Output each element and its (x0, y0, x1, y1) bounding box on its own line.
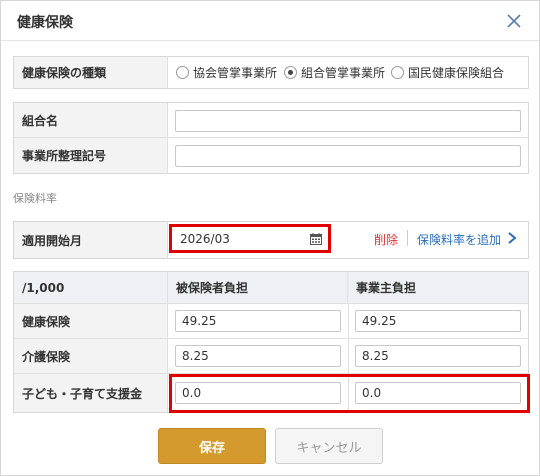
start-month-label: 適用開始月 (14, 222, 168, 258)
union-name-row: 組合名 (14, 103, 528, 138)
radio-kumiai-label: 組合管掌事業所 (301, 66, 386, 80)
rates-caption: 保険料率 (13, 192, 57, 205)
close-icon[interactable] (505, 12, 523, 30)
header-employer-share: 事業主負担 (356, 281, 417, 295)
radio-kyokai-circle[interactable] (176, 66, 189, 79)
insurance-type-section: 健康保険の種類 協会管掌事業所 組合管掌事業所 国民健康保険組合 (13, 56, 529, 89)
add-rate-link[interactable]: 保険料率を追加 (417, 231, 501, 248)
dialog-title: 健康保険 (17, 15, 73, 31)
rate-table-header: /1,000 被保険者負担 事業主負担 (14, 272, 528, 304)
row-care-label: 介護保険 (14, 339, 168, 373)
col-divider (348, 339, 349, 373)
dialog-header: 健康保険 (1, 1, 539, 41)
union-name-label: 組合名 (14, 103, 168, 137)
insurance-type-label: 健康保険の種類 (14, 57, 168, 88)
union-name-input[interactable] (175, 110, 521, 132)
radio-kokumin-label: 国民健康保険組合 (408, 66, 505, 80)
childcare-highlight (169, 374, 530, 413)
table-row: 介護保険 (14, 339, 528, 374)
office-code-input[interactable] (175, 145, 521, 167)
health-employee-input[interactable] (175, 310, 341, 332)
insurance-type-row: 健康保険の種類 協会管掌事業所 組合管掌事業所 国民健康保険組合 (14, 57, 528, 88)
link-separator (407, 230, 408, 246)
care-employer-input[interactable] (355, 345, 521, 367)
start-month-highlight (169, 224, 331, 253)
header-employee-share: 被保険者負担 (168, 272, 348, 303)
health-employer-input[interactable] (355, 310, 521, 332)
union-section: 組合名 事業所整理記号 (13, 102, 529, 174)
row-childcare-label: 子ども・子育て支援金 (14, 374, 168, 412)
col-divider (348, 304, 349, 338)
chevron-right-icon[interactable] (506, 231, 518, 245)
radio-kyokai[interactable]: 協会管掌事業所 (176, 57, 277, 88)
header-per-mille: /1,000 (14, 272, 168, 303)
office-code-label: 事業所整理記号 (14, 138, 168, 173)
radio-kyokai-label: 協会管掌事業所 (193, 66, 278, 80)
save-button[interactable]: 保存 (158, 428, 266, 464)
radio-kokumin-circle[interactable] (391, 66, 404, 79)
radio-kokumin[interactable]: 国民健康保険組合 (391, 57, 504, 88)
radio-kumiai-circle[interactable] (284, 66, 297, 79)
care-employee-input[interactable] (175, 345, 341, 367)
delete-link[interactable]: 削除 (374, 231, 398, 248)
health-insurance-dialog: 健康保険 健康保険の種類 協会管掌事業所 組合管掌事業所 国民健康保険組合 組合… (0, 0, 540, 476)
cancel-button[interactable]: キャンセル (275, 428, 383, 464)
row-health-label: 健康保険 (14, 304, 168, 338)
table-row: 健康保険 (14, 304, 528, 339)
radio-kumiai[interactable]: 組合管掌事業所 (284, 57, 385, 88)
office-code-row: 事業所整理記号 (14, 138, 528, 173)
